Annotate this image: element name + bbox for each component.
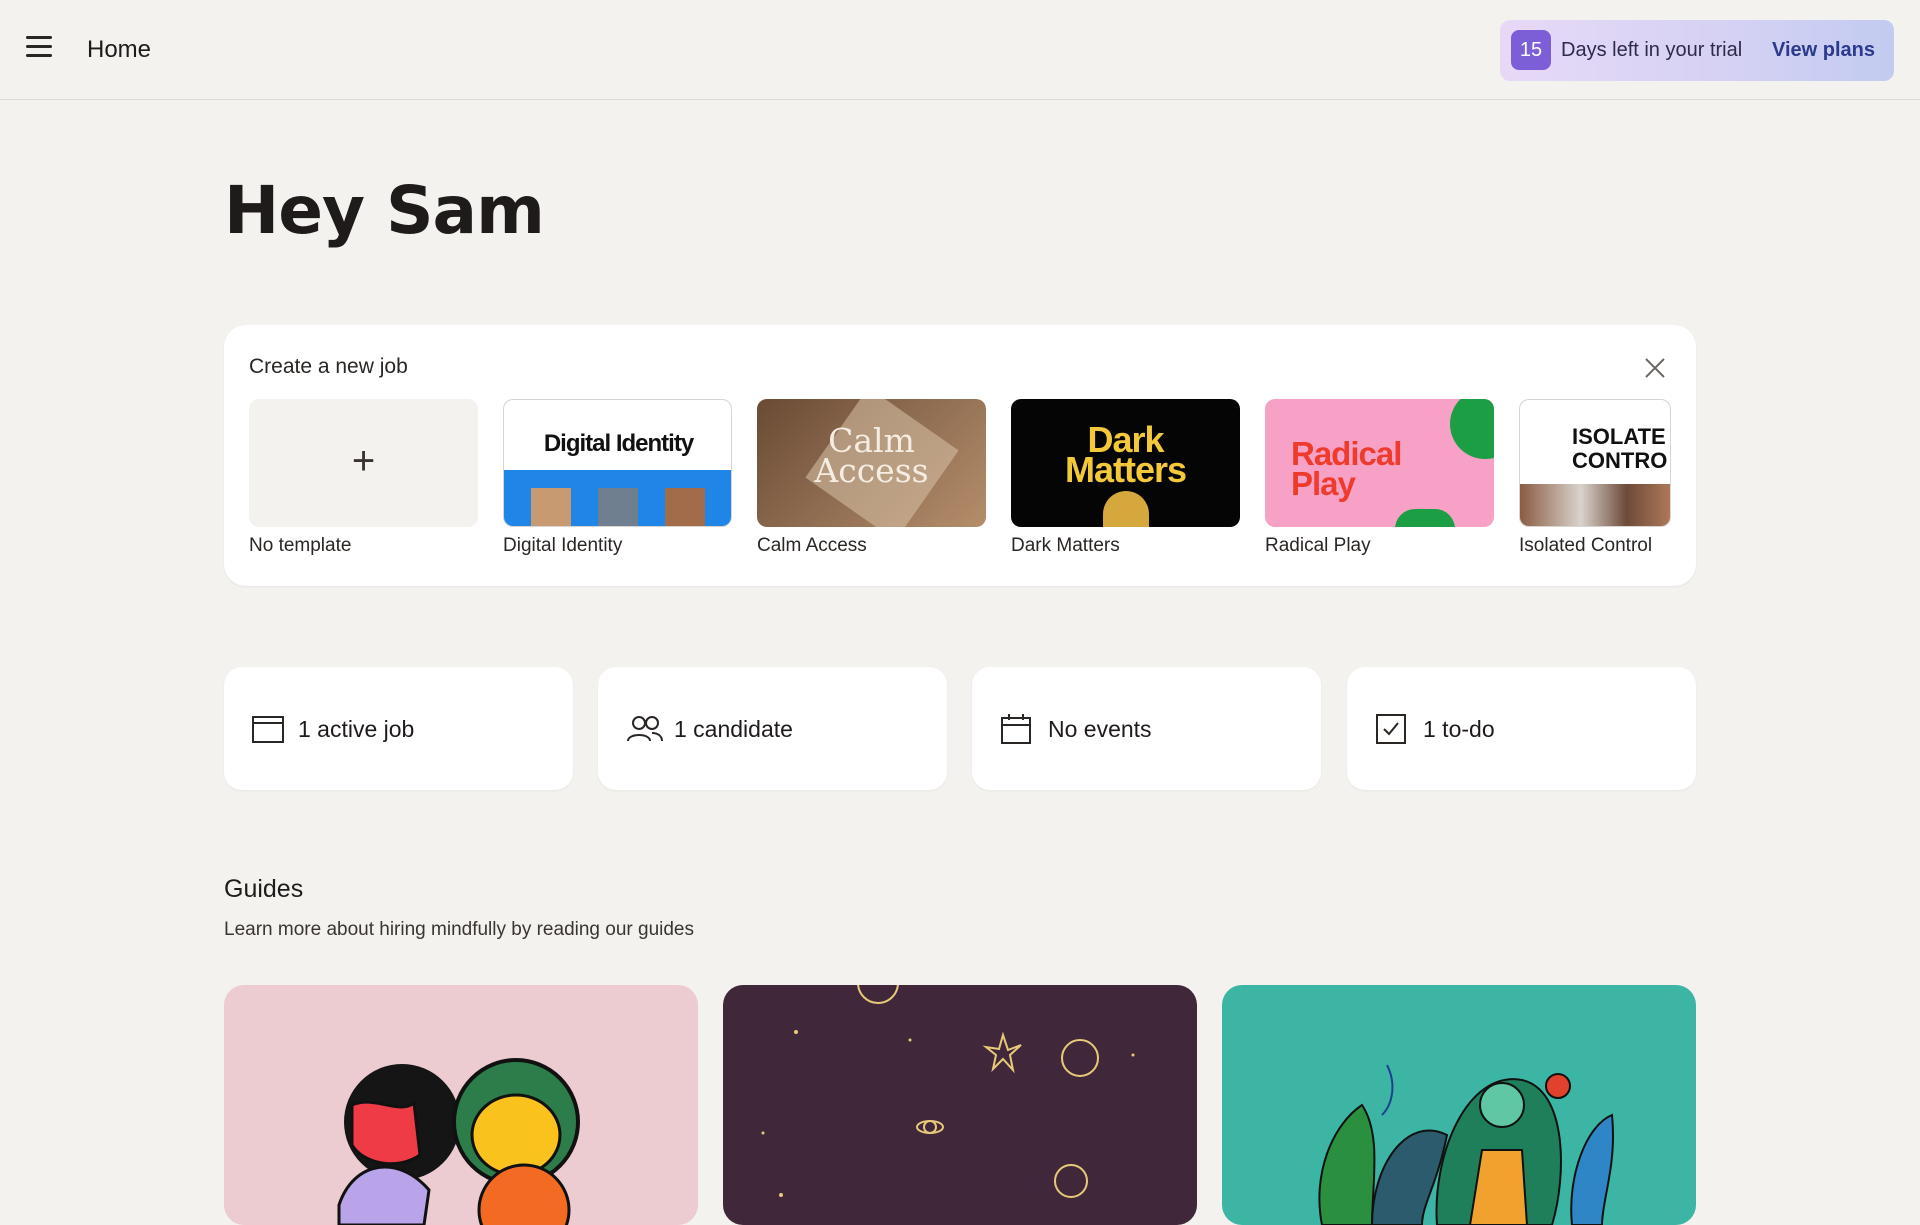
stat-label: 1 active job — [298, 716, 415, 742]
trial-days-badge: 15 — [1511, 30, 1551, 70]
plants-illustration — [1318, 1064, 1614, 1225]
plus-icon: + — [351, 439, 376, 483]
portrait-image — [531, 488, 571, 526]
stat-events[interactable]: No events — [972, 667, 1321, 790]
stat-todos[interactable]: 1 to-do — [1347, 667, 1696, 790]
trial-banner: 15 Days left in your trial View plans — [1500, 20, 1894, 81]
template-calm-access[interactable]: Calm Access Calm Access — [757, 399, 986, 557]
template-thumb-subtitle: Access — [814, 451, 929, 490]
template-no-template[interactable]: + No template — [249, 399, 478, 557]
template-thumb-subtitle: Play — [1291, 465, 1356, 502]
guide-card[interactable] — [723, 985, 1197, 1225]
template-digital-identity[interactable]: Digital Identity Digital Identity — [503, 399, 732, 557]
top-bar: Home 15 Days left in your trial View pla… — [0, 0, 1920, 100]
template-thumb-title: Digital Identity — [543, 430, 694, 457]
page-title: Home — [87, 36, 152, 63]
template-label: Calm Access — [757, 535, 867, 556]
checkbox-icon — [1376, 714, 1406, 744]
close-icon[interactable] — [1642, 355, 1668, 381]
template-thumb-title: ISOLATE — [1572, 424, 1666, 449]
stat-label: 1 to-do — [1423, 716, 1495, 742]
template-thumbnail[interactable]: ISOLATE CONTRO — [1519, 399, 1671, 527]
template-isolated-control[interactable]: ISOLATE CONTRO Isolated Control — [1519, 399, 1671, 557]
template-label: No template — [249, 535, 352, 556]
hamburger-menu-icon[interactable] — [26, 36, 56, 64]
guide-card[interactable] — [1222, 985, 1696, 1225]
green-blob — [1450, 399, 1494, 459]
greeting-heading: Hey Sam — [224, 172, 545, 249]
template-thumbnail[interactable]: Radical Play — [1265, 399, 1494, 527]
stat-label: No events — [1048, 716, 1152, 742]
template-label: Digital Identity — [503, 535, 623, 556]
guide-card[interactable] — [224, 985, 698, 1225]
template-carousel: + No template Digital Identity Digital I… — [249, 399, 1671, 569]
stat-candidates[interactable]: 1 candidate — [598, 667, 947, 790]
friends-illustration — [337, 1058, 580, 1225]
template-thumbnail[interactable]: Digital Identity — [503, 399, 732, 527]
create-job-title: Create a new job — [249, 355, 408, 378]
portrait-image — [598, 488, 638, 526]
photo-strip — [1520, 484, 1670, 526]
create-job-card: Create a new job + No template Digital I… — [224, 325, 1696, 586]
portrait-image — [665, 488, 705, 526]
template-thumb-subtitle: CONTRO — [1572, 448, 1668, 473]
template-radical-play[interactable]: Radical Play Radical Play — [1265, 399, 1494, 557]
template-dark-matters[interactable]: Dark Matters Dark Matters — [1011, 399, 1240, 557]
users-icon — [627, 716, 663, 742]
template-label: Radical Play — [1265, 535, 1371, 556]
template-thumbnail[interactable]: Dark Matters — [1011, 399, 1240, 527]
template-label: Isolated Control — [1519, 535, 1653, 556]
template-thumbnail[interactable]: + — [249, 399, 478, 527]
green-blob — [1395, 509, 1455, 527]
guides-subtitle: Learn more about hiring mindfully by rea… — [224, 919, 694, 940]
stat-active-jobs[interactable]: 1 active job — [224, 667, 573, 790]
stat-label: 1 candidate — [674, 716, 793, 742]
space-illustration — [761, 985, 1135, 1198]
template-thumbnail[interactable]: Calm Access — [757, 399, 986, 527]
trial-text: Days left in your trial — [1561, 39, 1743, 61]
browser-window-icon — [252, 716, 284, 743]
view-plans-link[interactable]: View plans — [1772, 39, 1875, 62]
guides-heading: Guides — [224, 875, 304, 903]
template-label: Dark Matters — [1011, 535, 1120, 556]
calendar-icon — [1001, 714, 1031, 744]
character-illustration — [1103, 491, 1149, 527]
template-thumb-subtitle: Matters — [1064, 449, 1187, 490]
